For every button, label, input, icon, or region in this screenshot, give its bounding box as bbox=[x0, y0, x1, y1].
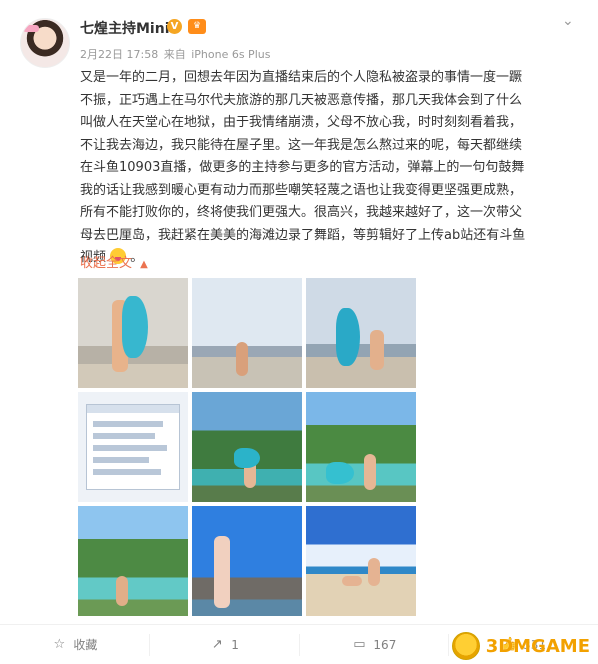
verified-badge-icon: V bbox=[167, 19, 182, 34]
photo-thumbnail[interactable] bbox=[78, 392, 188, 502]
photo-thumbnail[interactable] bbox=[78, 278, 188, 388]
scarf-prop bbox=[336, 308, 360, 366]
post-meta: 2月22日 17:58 来自 iPhone 6s Plus bbox=[80, 46, 272, 62]
collect-button[interactable]: ☆ 收藏 bbox=[0, 633, 150, 656]
chevron-up-icon: ▲ bbox=[140, 259, 148, 270]
person-figure bbox=[342, 576, 362, 586]
watermark-logo-icon bbox=[451, 632, 480, 660]
post-source-prefix: 来自 bbox=[163, 48, 186, 61]
person-figure bbox=[370, 330, 384, 370]
photo-thumbnail[interactable] bbox=[306, 392, 416, 502]
author-name[interactable]: 七煌主持Mini bbox=[80, 18, 170, 38]
comment-count: 167 bbox=[373, 637, 397, 652]
avatar-tag bbox=[23, 25, 39, 32]
site-watermark: 3DMGAME bbox=[451, 632, 590, 660]
author-avatar[interactable] bbox=[20, 18, 70, 68]
photo-thumbnail[interactable] bbox=[192, 278, 302, 388]
photo-thumbnail[interactable] bbox=[192, 392, 302, 502]
star-icon: ☆ bbox=[53, 637, 66, 652]
person-figure bbox=[116, 576, 128, 606]
watermark-text: 3DMGAME bbox=[485, 635, 590, 657]
share-count: 1 bbox=[231, 637, 239, 652]
weibo-post-card: 七煌主持Mini V ♛ 2月22日 17:58 来自 iPhone 6s Pl… bbox=[0, 0, 598, 664]
comment-icon: ▭ bbox=[353, 637, 366, 652]
person-figure bbox=[214, 536, 230, 608]
image-grid bbox=[78, 278, 418, 616]
collect-label: 收藏 bbox=[73, 638, 98, 652]
collapse-fulltext-button[interactable]: 收起全文 ▲ bbox=[80, 252, 148, 271]
person-figure bbox=[364, 454, 376, 490]
scarf-prop bbox=[234, 448, 260, 468]
photo-thumbnail[interactable] bbox=[306, 506, 416, 616]
collapse-label: 收起全文 bbox=[80, 256, 133, 271]
post-body: 又是一年的二月，回想去年因为直播结束后的个人隐私被盗录的事情一度一蹶不振，正巧遇… bbox=[80, 70, 526, 265]
post-text: 又是一年的二月，回想去年因为直播结束后的个人隐私被盗录的事情一度一蹶不振，正巧遇… bbox=[80, 67, 530, 270]
photo-thumbnail[interactable] bbox=[78, 506, 188, 616]
vip-badge-icon: ♛ bbox=[188, 19, 206, 34]
post-date: 2月22日 17:58 bbox=[80, 48, 159, 61]
photo-thumbnail[interactable] bbox=[306, 278, 416, 388]
scarf-prop bbox=[326, 462, 354, 484]
share-icon: ↗ bbox=[211, 637, 223, 652]
scarf-prop bbox=[122, 296, 148, 358]
person-figure bbox=[236, 342, 248, 376]
share-button[interactable]: ↗ 1 bbox=[150, 633, 300, 656]
comment-button[interactable]: ▭ 167 bbox=[300, 633, 450, 656]
photo-thumbnail[interactable] bbox=[192, 506, 302, 616]
person-figure bbox=[368, 558, 380, 586]
more-options-icon[interactable]: ⌄ bbox=[562, 14, 576, 28]
software-screenshot bbox=[86, 404, 180, 490]
post-source[interactable]: iPhone 6s Plus bbox=[191, 48, 270, 61]
